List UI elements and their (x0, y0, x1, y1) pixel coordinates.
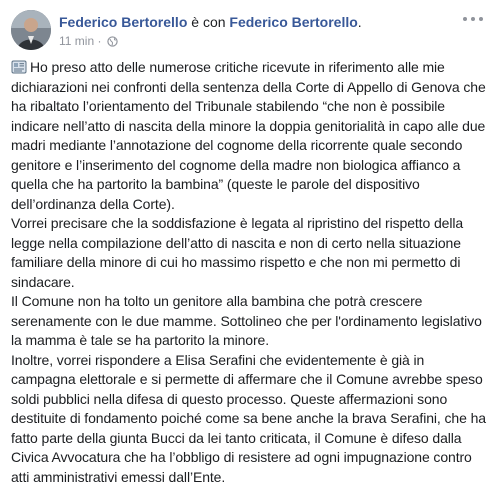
author-name-link[interactable]: Federico Bertorello (59, 14, 187, 30)
more-options-icon[interactable] (463, 12, 483, 26)
post-paragraph: Ho preso atto delle numerose critiche ri… (11, 58, 489, 214)
post-paragraph: Vorrei precisare che la soddisfazione è … (11, 214, 489, 292)
post-paragraph: Inoltre, vorrei rispondere a Elisa Seraf… (11, 351, 489, 487)
newspaper-emoji-icon (11, 60, 27, 74)
author-line: Federico Bertorello è con Federico Berto… (59, 13, 362, 31)
post-meta: 11 min · (59, 33, 118, 51)
tagged-name-link[interactable]: Federico Bertorello (229, 14, 357, 30)
tagged-suffix: . (358, 14, 362, 30)
facebook-post: Federico Bertorello è con Federico Berto… (0, 0, 494, 484)
paragraph-text: Ho preso atto delle numerose critiche ri… (11, 59, 486, 212)
post-header: Federico Bertorello è con Federico Berto… (11, 10, 483, 50)
globe-icon[interactable] (107, 35, 118, 51)
post-paragraph: Il Comune non ha tolto un genitore alla … (11, 292, 489, 351)
avatar[interactable] (11, 10, 51, 50)
with-text: è con (191, 14, 225, 30)
timestamp-link[interactable]: 11 min (59, 34, 94, 48)
meta-separator: · (97, 34, 101, 48)
post-body: Ho preso atto delle numerose critiche ri… (11, 58, 489, 487)
